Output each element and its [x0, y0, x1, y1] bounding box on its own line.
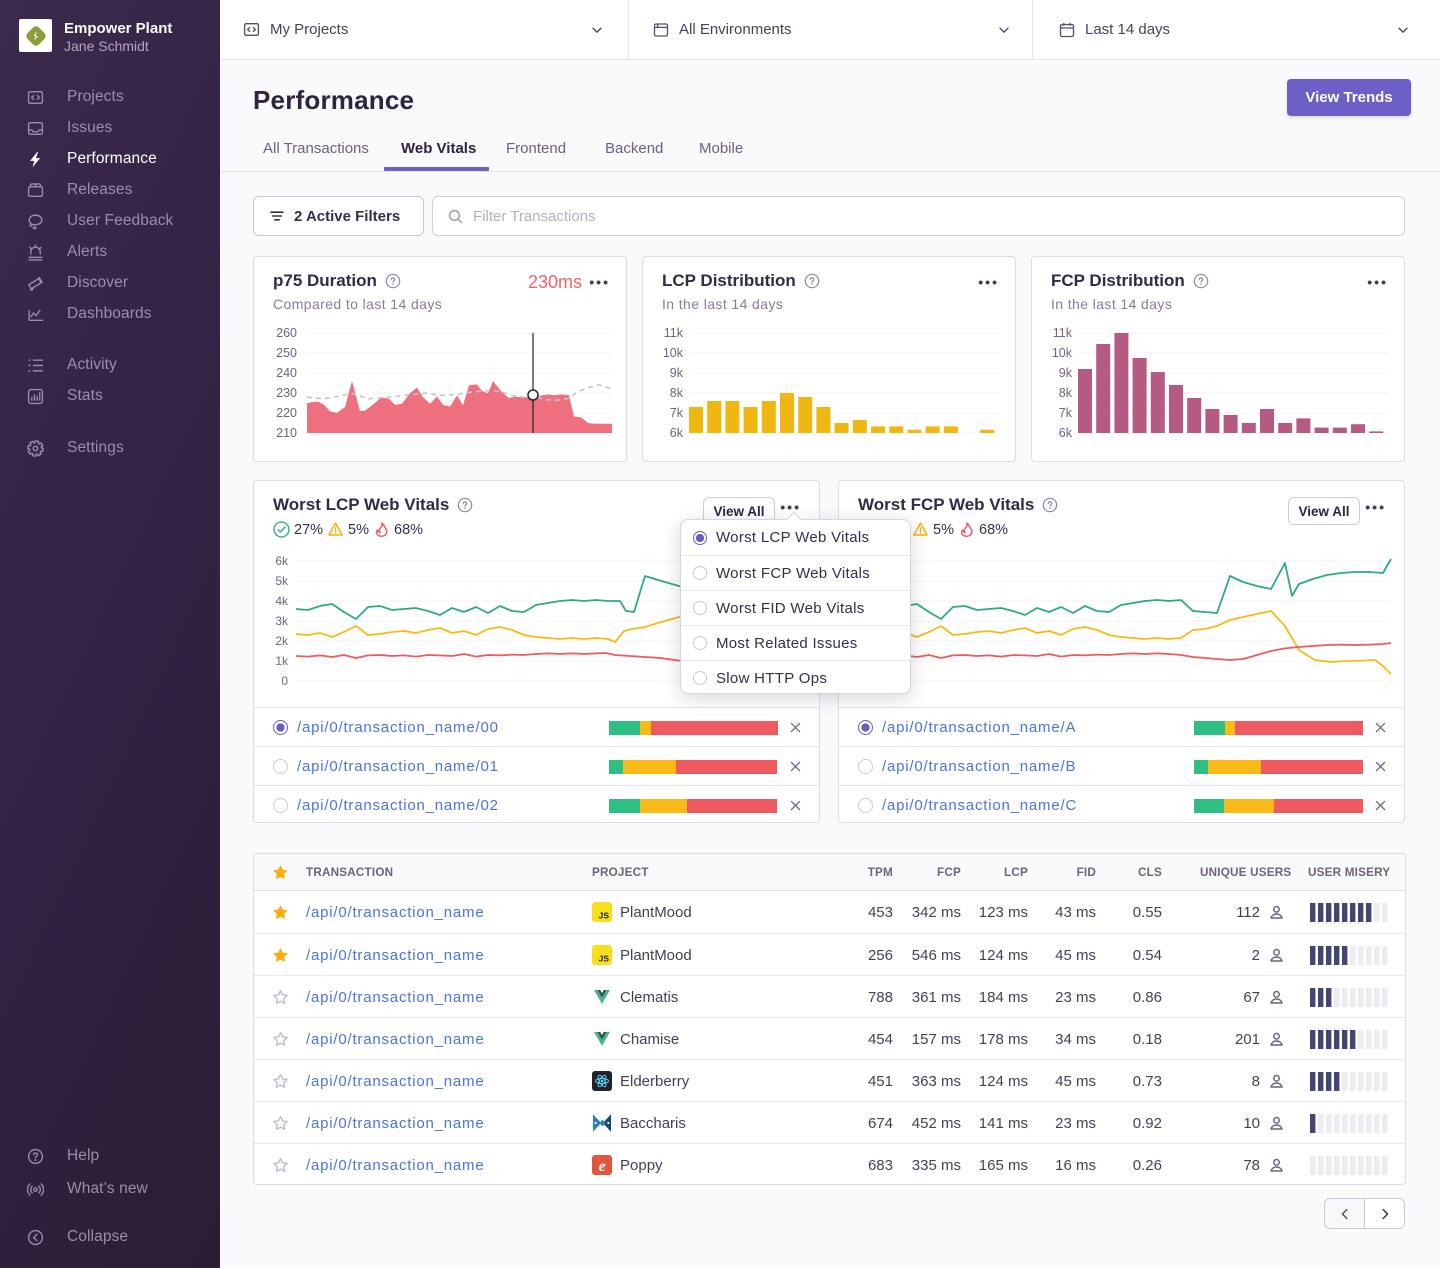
- svg-text:JS: JS: [599, 911, 610, 921]
- svg-text:5k: 5k: [275, 574, 289, 588]
- svg-text:8k: 8k: [1059, 386, 1073, 400]
- svg-text:4k: 4k: [275, 594, 289, 608]
- svg-text:7k: 7k: [1059, 406, 1073, 420]
- svg-text:8k: 8k: [670, 386, 684, 400]
- svg-text:240: 240: [276, 366, 297, 380]
- svg-text:11k: 11k: [664, 326, 684, 340]
- svg-text:1k: 1k: [275, 654, 289, 668]
- svg-text:6k: 6k: [275, 554, 289, 568]
- svg-text:10k: 10k: [1052, 346, 1073, 360]
- svg-text:6k: 6k: [1059, 426, 1073, 440]
- svg-text:6k: 6k: [670, 426, 684, 440]
- svg-text:JS: JS: [599, 954, 610, 964]
- svg-text:0: 0: [281, 674, 288, 688]
- svg-text:210: 210: [276, 426, 297, 440]
- svg-text:260: 260: [276, 326, 297, 340]
- svg-text:e: e: [599, 1158, 606, 1175]
- svg-text:3k: 3k: [275, 614, 289, 628]
- svg-text:220: 220: [276, 406, 297, 420]
- svg-text:250: 250: [276, 346, 297, 360]
- svg-text:9k: 9k: [1059, 366, 1073, 380]
- svg-text:9k: 9k: [670, 366, 684, 380]
- svg-text:7k: 7k: [670, 406, 684, 420]
- svg-text:10k: 10k: [663, 346, 684, 360]
- svg-text:11k: 11k: [1053, 326, 1073, 340]
- svg-text:230: 230: [276, 386, 297, 400]
- svg-text:2k: 2k: [275, 634, 289, 648]
